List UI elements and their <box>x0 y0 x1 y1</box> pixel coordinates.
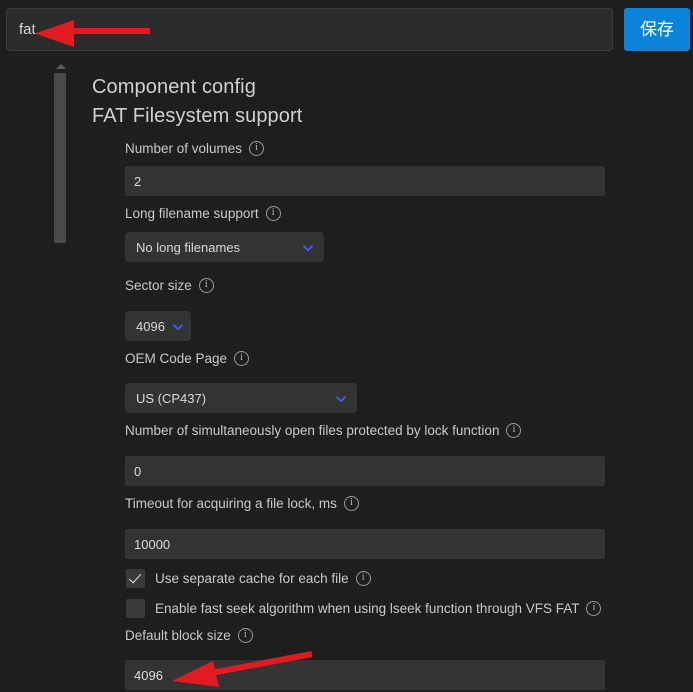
info-icon[interactable] <box>234 351 250 366</box>
label-text: Default block size <box>125 628 231 643</box>
page-title: Component config <box>92 76 256 98</box>
fast-seek-row[interactable]: Enable fast seek algorithm when using ls… <box>126 597 602 619</box>
open-files-lock-field[interactable] <box>125 456 605 486</box>
info-icon[interactable] <box>198 278 214 293</box>
number-of-volumes-field[interactable] <box>125 166 605 196</box>
separate-cache-checkbox[interactable] <box>126 568 145 588</box>
select-value: 4096 <box>136 318 165 334</box>
label-number-of-volumes: Number of volumes <box>125 141 265 156</box>
search-box[interactable] <box>6 8 613 51</box>
default-block-size-field[interactable] <box>125 660 605 690</box>
label-text: Long filename support <box>125 206 259 221</box>
label-sector-size: Sector size <box>125 278 214 293</box>
label-text: Use separate cache for each file <box>155 570 349 586</box>
chevron-down-icon <box>335 393 346 404</box>
top-bar: 保存 <box>0 0 693 58</box>
label-default-block-size: Default block size <box>125 628 253 643</box>
oem-code-page-select[interactable]: US (CP437) <box>125 383 357 413</box>
label-open-files-lock: Number of simultaneously open files prot… <box>125 423 522 438</box>
label-text: Sector size <box>125 278 192 293</box>
label-text: Number of simultaneously open files prot… <box>125 423 500 438</box>
info-icon[interactable] <box>506 423 522 438</box>
info-icon[interactable] <box>249 141 265 156</box>
sector-size-select[interactable]: 4096 <box>125 311 191 341</box>
save-button[interactable]: 保存 <box>624 8 690 51</box>
fast-seek-label: Enable fast seek algorithm when using ls… <box>155 600 602 616</box>
config-panel: Component config FAT Filesystem support … <box>0 58 693 692</box>
label-text: OEM Code Page <box>125 351 228 366</box>
fast-seek-checkbox[interactable] <box>126 598 145 618</box>
chevron-down-icon <box>302 242 313 253</box>
info-icon[interactable] <box>265 206 281 221</box>
separate-cache-row[interactable]: Use separate cache for each file <box>126 567 371 589</box>
label-text: Number of volumes <box>125 141 243 156</box>
file-lock-timeout-field[interactable] <box>125 529 605 559</box>
info-icon[interactable] <box>237 628 253 643</box>
select-value: No long filenames <box>136 239 241 255</box>
info-icon[interactable] <box>586 600 602 616</box>
search-input[interactable] <box>19 9 599 50</box>
info-icon[interactable] <box>343 496 359 511</box>
long-filename-support-select[interactable]: No long filenames <box>125 232 324 262</box>
chevron-down-icon <box>172 321 183 332</box>
info-icon[interactable] <box>355 570 371 586</box>
section-title: FAT Filesystem support <box>92 105 303 127</box>
label-oem-code-page: OEM Code Page <box>125 351 250 366</box>
label-file-lock-timeout: Timeout for acquiring a file lock, ms <box>125 496 359 511</box>
label-text: Timeout for acquiring a file lock, ms <box>125 496 337 511</box>
select-value: US (CP437) <box>136 390 207 406</box>
label-text: Enable fast seek algorithm when using ls… <box>155 600 580 616</box>
separate-cache-label: Use separate cache for each file <box>155 570 371 586</box>
label-long-filename-support: Long filename support <box>125 206 281 221</box>
